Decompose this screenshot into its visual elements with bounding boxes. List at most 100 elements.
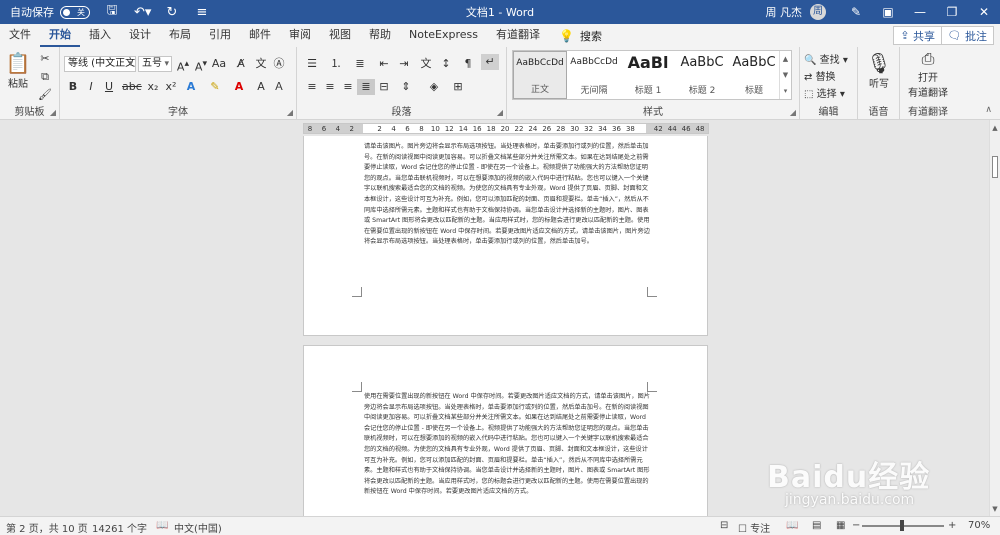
change-case-icon[interactable]: Aa: [210, 56, 228, 72]
font-dialog-launcher-icon[interactable]: ◢: [287, 108, 293, 117]
tab-review[interactable]: 审阅: [280, 24, 320, 47]
font-color-icon[interactable]: A: [230, 79, 248, 95]
highlight-icon[interactable]: ✎: [206, 79, 224, 95]
strikethrough-icon[interactable]: abc: [122, 79, 142, 95]
language-status[interactable]: 中文(中国): [174, 520, 222, 535]
page-1[interactable]: 请单击该图片。图片旁边将会显示布局选项按钮。当处理表格时，单击要添加行或列的位置…: [303, 136, 708, 336]
char-shading-icon[interactable]: A: [252, 79, 270, 95]
styles-dialog-launcher-icon[interactable]: ◢: [790, 108, 796, 117]
tab-file[interactable]: 文件: [0, 24, 40, 47]
tab-mailings[interactable]: 邮件: [240, 24, 280, 47]
customize-qat-icon[interactable]: ≡: [194, 5, 210, 20]
share-button[interactable]: ⇪ 共享: [893, 26, 942, 45]
style-no-spacing[interactable]: AaBbCcDd 无间隔: [567, 51, 621, 99]
enter-icon[interactable]: ↵: [481, 54, 499, 70]
user-name[interactable]: 周 凡杰: [766, 4, 803, 20]
close-button[interactable]: ✕: [968, 5, 1000, 19]
undo-icon[interactable]: ↶▾: [134, 5, 151, 20]
char-border-icon[interactable]: Ａ: [270, 79, 288, 95]
numbering-icon[interactable]: ⒈: [327, 56, 345, 72]
save-icon[interactable]: 🖫: [104, 1, 120, 23]
page-1-text[interactable]: 请单击该图片。图片旁边将会显示布局选项按钮。当处理表格时，单击要添加行或列的位置…: [364, 142, 651, 248]
shading-icon[interactable]: ◈: [425, 79, 443, 95]
phonetic-guide-icon[interactable]: 文: [252, 56, 270, 72]
text-effects-icon[interactable]: A: [182, 79, 200, 95]
multilevel-list-icon[interactable]: ≣: [351, 56, 369, 72]
align-left-icon[interactable]: ≡: [303, 79, 321, 95]
print-layout-icon[interactable]: ▤: [812, 520, 821, 531]
copy-icon[interactable]: ⧉: [36, 69, 54, 85]
underline-icon[interactable]: U: [100, 79, 118, 95]
zoom-in-icon[interactable]: +: [948, 520, 956, 531]
proofing-icon[interactable]: 📖: [156, 520, 168, 531]
bold-icon[interactable]: B: [64, 79, 82, 95]
tab-home[interactable]: 开始: [40, 24, 80, 47]
cut-icon[interactable]: ✂: [36, 51, 54, 67]
italic-icon[interactable]: I: [82, 79, 100, 95]
comment-button[interactable]: 🗨 批注: [940, 26, 994, 45]
minimize-button[interactable]: —: [904, 5, 936, 19]
read-mode-icon[interactable]: 📖: [786, 520, 798, 531]
style-normal[interactable]: AaBbCcDd 正文: [513, 51, 567, 99]
superscript-icon[interactable]: x²: [162, 79, 180, 95]
font-name-combo[interactable]: 等线 (中文正文: [64, 56, 136, 72]
autosave-toggle[interactable]: 关: [60, 5, 90, 19]
horizontal-ruler[interactable]: 8 6 4 2 2 4 6 8 10 12 14 16 18 20 22 24 26 28 30 32 34 36 38 42…: [0, 120, 1000, 136]
restore-button[interactable]: ❐: [936, 5, 968, 19]
zoom-level[interactable]: 70%: [968, 520, 990, 531]
scroll-up-icon[interactable]: ▲: [990, 124, 1000, 132]
dictate-button[interactable]: 🎙 听写: [862, 51, 896, 90]
increase-indent-icon[interactable]: ⇥: [395, 56, 413, 72]
font-size-combo[interactable]: 五号: [138, 56, 172, 72]
line-spacing-icon[interactable]: ⇕: [397, 79, 415, 95]
grow-font-icon[interactable]: A▴: [174, 56, 192, 74]
redo-icon[interactable]: ↻: [164, 5, 180, 20]
focus-mode[interactable]: ☐ 专注: [738, 520, 770, 535]
pen-icon[interactable]: ✎: [840, 5, 872, 19]
page-2[interactable]: 使用在需要位置出现的新按钮在 Word 中保存时间。若要更改图片适应文档的方式，…: [303, 345, 708, 516]
page-count[interactable]: 第 2 页，共 10 页: [6, 520, 88, 535]
open-youdao-button[interactable]: ⎙ 打开 有道翻译: [902, 49, 954, 99]
subscript-icon[interactable]: x₂: [144, 79, 162, 95]
gallery-scroll[interactable]: ▲ ▼ ▾: [779, 51, 791, 99]
tab-insert[interactable]: 插入: [80, 24, 120, 47]
web-layout-icon[interactable]: ▦: [836, 520, 845, 531]
search-box[interactable]: 💡 搜索: [559, 28, 602, 44]
replace-button[interactable]: ⇄ 替换: [804, 68, 836, 83]
borders-icon[interactable]: ⊞: [449, 79, 467, 95]
style-title[interactable]: AaBbC 标题: [727, 51, 781, 99]
format-painter-icon[interactable]: 🖌: [36, 87, 54, 103]
shrink-font-icon[interactable]: A▾: [192, 56, 210, 74]
zoom-slider-knob[interactable]: [900, 520, 904, 531]
distributed-icon[interactable]: ⊟: [375, 79, 393, 95]
vertical-scrollbar[interactable]: ▲ ▼: [989, 120, 1000, 516]
scroll-down-icon[interactable]: ▼: [990, 505, 1000, 513]
decrease-indent-icon[interactable]: ⇤: [375, 56, 393, 72]
page-2-text[interactable]: 使用在需要位置出现的新按钮在 Word 中保存时间。若要更改图片适应文档的方式，…: [364, 392, 651, 498]
tab-view[interactable]: 视图: [320, 24, 360, 47]
tab-noteexpress[interactable]: NoteExpress: [400, 24, 487, 47]
justify-icon[interactable]: ≣: [357, 79, 375, 95]
tab-design[interactable]: 设计: [120, 24, 160, 47]
style-heading-1[interactable]: AaBl 标题 1: [621, 51, 675, 99]
enclose-char-icon[interactable]: Ⓐ: [270, 56, 288, 72]
tab-layout[interactable]: 布局: [160, 24, 200, 47]
avatar[interactable]: 周: [810, 4, 826, 20]
tab-youdao[interactable]: 有道翻译: [487, 24, 549, 47]
collapse-ribbon-icon[interactable]: ∧: [985, 105, 992, 115]
align-right-icon[interactable]: ≡: [339, 79, 357, 95]
select-button[interactable]: ⬚ 选择 ▾: [804, 85, 845, 100]
tab-help[interactable]: 帮助: [360, 24, 400, 47]
align-center-icon[interactable]: ≡: [321, 79, 339, 95]
clear-formatting-icon[interactable]: A̸: [232, 56, 250, 72]
zoom-out-icon[interactable]: −: [852, 520, 860, 531]
paragraph-dialog-launcher-icon[interactable]: ◢: [497, 108, 503, 117]
paste-button[interactable]: 📋 粘贴: [4, 51, 32, 90]
scroll-thumb[interactable]: [992, 156, 998, 178]
tab-references[interactable]: 引用: [200, 24, 240, 47]
chinese-layout-icon[interactable]: 文: [417, 56, 435, 72]
ribbon-display-icon[interactable]: ▣: [872, 5, 904, 19]
word-count[interactable]: 14261 个字: [92, 520, 147, 535]
style-heading-2[interactable]: AaBbC 标题 2: [675, 51, 729, 99]
sort-icon[interactable]: ↕: [437, 56, 455, 72]
